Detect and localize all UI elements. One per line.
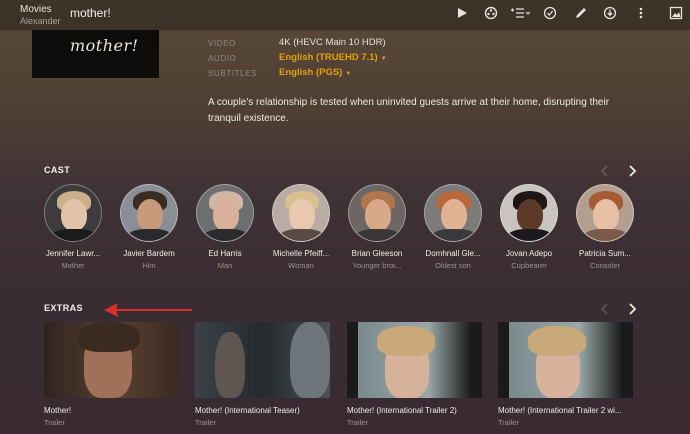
top-bar: Movies Alexander mother!	[0, 0, 690, 30]
cast-member[interactable]: Jovan Adepo Cupbearer	[499, 184, 559, 270]
mark-watched-icon[interactable]	[543, 6, 557, 20]
extra-thumbnail	[347, 322, 482, 398]
extra-type: Trailer	[44, 418, 65, 427]
avatar	[272, 184, 330, 242]
extra-thumbnail	[44, 322, 179, 398]
cast-name: Domhnall Gle...	[425, 249, 481, 258]
avatar	[44, 184, 102, 242]
cast-member[interactable]: Javier Bardem Him	[119, 184, 179, 270]
library-name[interactable]: Movies	[20, 4, 61, 16]
subtitles-value: English (PGS)	[279, 67, 343, 78]
cast-section-title: CAST	[44, 165, 71, 175]
cast-role: Oldest son	[435, 261, 471, 270]
cast-role: Woman	[288, 261, 314, 270]
cast-member[interactable]: Jennifer Lawr... Mother	[43, 184, 103, 270]
page-title: mother!	[70, 6, 111, 20]
avatar	[348, 184, 406, 242]
extra-title: Mother!	[44, 406, 72, 415]
avatar	[120, 184, 178, 242]
extra-type: Trailer	[347, 418, 368, 427]
extra-item[interactable]: Mother! (International Trailer 2 wi... T…	[498, 322, 633, 427]
cast-member[interactable]: Patricia Sum... Consoler	[575, 184, 635, 270]
library-header[interactable]: Movies Alexander	[20, 4, 61, 27]
play-icon[interactable]	[455, 6, 469, 20]
more-icon[interactable]	[634, 6, 648, 20]
cast-name: Brian Gleeson	[351, 249, 403, 258]
cast-name: Michelle Pfeiff...	[272, 249, 330, 258]
avatar	[424, 184, 482, 242]
cast-member[interactable]: Michelle Pfeiff... Woman	[271, 184, 331, 270]
extra-title: Mother! (International Trailer 2)	[347, 406, 457, 415]
extra-type: Trailer	[498, 418, 519, 427]
poster-title: mother!	[70, 36, 139, 55]
audio-value: English (TRUEHD 7.1)	[279, 52, 378, 63]
avatar	[196, 184, 254, 242]
avatar	[500, 184, 558, 242]
video-value: 4K (HEVC Main 10 HDR)	[279, 37, 386, 48]
user-name: Alexander	[20, 16, 61, 26]
extras-section-title: EXTRAS	[44, 303, 83, 313]
cast-role: Man	[217, 261, 233, 270]
movie-poster[interactable]: mother!	[32, 30, 159, 78]
extras-prev-icon[interactable]	[600, 302, 610, 315]
cast-name: Jennifer Lawr...	[45, 249, 101, 258]
cast-role: Mother	[61, 261, 85, 270]
extras-next-icon[interactable]	[627, 302, 637, 315]
subtitles-select[interactable]: English (PGS) ▼	[279, 67, 351, 78]
cast-role: Younger brot...	[352, 261, 402, 270]
chevron-down-icon: ▼	[345, 71, 352, 77]
cast-role: Consoler	[589, 261, 620, 270]
cast-name: Ed Harris	[208, 249, 242, 258]
audio-label: AUDIO	[208, 54, 237, 63]
extra-type: Trailer	[195, 418, 216, 427]
cast-role: Him	[142, 261, 156, 270]
edit-icon[interactable]	[574, 6, 588, 20]
add-to-playlist-icon[interactable]	[510, 6, 530, 20]
chevron-down-icon: ▼	[380, 56, 387, 62]
cast-member[interactable]: Domhnall Gle... Oldest son	[423, 184, 483, 270]
extra-item[interactable]: Mother! (International Trailer 2) Traile…	[347, 322, 482, 427]
cast-name: Patricia Sum...	[578, 249, 631, 258]
video-label: VIDEO	[208, 39, 236, 48]
extra-title: Mother! (International Teaser)	[195, 406, 300, 415]
cast-member[interactable]: Brian Gleeson Younger brot...	[347, 184, 407, 270]
extra-item[interactable]: Mother! (International Teaser) Trailer	[195, 322, 330, 427]
audio-select[interactable]: English (TRUEHD 7.1) ▼	[279, 52, 387, 63]
extra-thumbnail	[195, 322, 330, 398]
image-icon[interactable]	[669, 6, 683, 20]
cast-prev-icon[interactable]	[600, 164, 610, 177]
cast-member[interactable]: Ed Harris Man	[195, 184, 255, 270]
subtitles-label: SUBTITLES	[208, 69, 257, 78]
cast-role: Cupbearer	[511, 261, 547, 270]
annotation-arrow	[104, 303, 192, 317]
extra-item[interactable]: Mother! Trailer	[44, 322, 179, 427]
extra-thumbnail	[498, 322, 633, 398]
cast-name: Javier Bardem	[123, 249, 175, 258]
cast-next-icon[interactable]	[627, 164, 637, 177]
film-reel-icon[interactable]	[484, 6, 498, 20]
movie-description: A couple's relationship is tested when u…	[208, 97, 610, 124]
download-icon[interactable]	[603, 6, 617, 20]
cast-name: Jovan Adepo	[505, 249, 553, 258]
avatar	[576, 184, 634, 242]
extra-title: Mother! (International Trailer 2 wi...	[498, 406, 622, 415]
